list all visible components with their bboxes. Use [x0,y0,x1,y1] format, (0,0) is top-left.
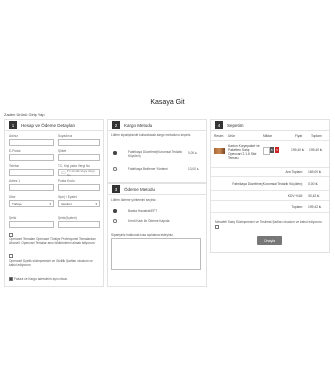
total-label: Toplam: [291,205,303,209]
payment-option-radio[interactable] [113,219,117,223]
email-field[interactable] [9,154,54,161]
shipping-intro: Lütfen siparişinizde kullanılacak kargo … [111,133,192,137]
confirm-button[interactable]: Onayla [257,236,282,245]
company-field[interactable] [58,154,100,161]
breadcrumb-item-product[interactable]: Zaden Ürünü [4,112,27,117]
agree-text: Mesafeli Satış Sözleşmesini ve Teslimat … [215,220,323,224]
postcode-label: Posta Kodu [58,179,75,183]
surname-label: Soyadınız [58,134,73,138]
newsletter-checkbox[interactable] [9,233,13,237]
subtotal-label: Ara Toplam: [285,170,303,174]
payment-option-label: Kredi Kartı ile Ödeme Kapıda [128,219,170,223]
tc-label: TC, Kişi yada Vergi No [58,164,91,168]
tax-value: 30,42 ₺ [308,194,320,198]
shipping-heading: Kargo Metodu [124,122,153,128]
country-label: Ülke [9,195,16,199]
company-label: Şirket [58,149,67,153]
billing-heading: Hesap ve Ödeme Detayları [21,122,76,128]
city-label: Şehir [9,216,17,220]
cart-heading: Sepetim [227,122,244,128]
phone-field[interactable] [9,169,54,176]
shipping-option-label: Fabrikaya Bekleme Yöntemi [128,167,168,171]
email-label: E-Posta [9,149,21,153]
shipping-option-price: 13,00 ₺ [188,167,199,171]
surname-field[interactable] [58,139,100,146]
tc-placeholder: TC Kimlik Veya Vergi No [66,168,95,177]
shipping-cost-value: 0,00 ₺ [308,182,318,186]
name-label: Adınız [9,134,19,138]
column-header-product: Ürün [228,134,236,138]
payment-panel: 3 Ödeme Metodu Lütfen ödeme yöntemini se… [107,183,207,287]
payment-heading: Ödeme Metodu [124,186,156,192]
postcode-field[interactable] [58,184,100,191]
payment-option-label: Banka Havalesi/EFT [128,209,158,213]
remove-icon[interactable]: ✕ [275,147,279,153]
country-select[interactable]: Türkiye ▾ [9,200,54,207]
same-address-checkbox[interactable] [9,277,13,281]
terms-checkbox[interactable] [9,254,13,258]
phone-label: Telefon [9,164,20,168]
column-header-price: Fiyat [295,134,303,138]
table-row [211,140,329,141]
product-name[interactable]: Karton Kuryepaket ve Paketten Satış Open… [228,144,262,160]
item-price: 199,40 ₺ [291,148,305,152]
payment-header: 3 Ödeme Metodu [108,184,206,195]
subtotal-value: 169,00 ₺ [308,170,322,174]
shipping-option-radio[interactable] [113,167,117,171]
newsletter-text: Opencart Temaları Opencart Türkiye Profe… [9,237,96,245]
step-number: 4 [215,121,223,129]
quantity-field[interactable] [263,147,270,155]
page-title: Kasaya Git [150,99,185,106]
billing-header: 1 Hesap ve Ödeme Detayları [5,120,103,131]
shipping-option-label: Fabrikaya Düzeltme(Kurumsal Tedarik Küçü… [128,150,182,158]
district-label: Şehir(İlçeleri) [58,216,77,220]
summary-divider [211,176,329,177]
tax-label: KDV %18: [287,194,303,198]
summary-divider [211,190,329,191]
chevron-down-icon: ▾ [49,201,51,206]
shipping-header: 2 Kargo Metodu [108,120,206,131]
district-field[interactable] [58,221,100,228]
breadcrumb-item-login[interactable]: Giriş Yap [28,112,44,117]
comment-label: Siparişiniz hakkında kısa açıklama ekley… [111,233,174,237]
payment-option-radio[interactable] [113,209,117,213]
city-field[interactable] [9,221,54,228]
step-number: 2 [112,121,120,129]
shipping-panel: 2 Kargo Metodu Lütfen siparişinizde kull… [107,119,207,183]
chevron-down-icon: ▾ [95,201,97,206]
agree-checkbox[interactable] [215,225,219,229]
province-select[interactable]: Istanbul ▾ [58,200,100,207]
payment-intro: Lütfen ödeme yöntemini seçiniz. [111,198,157,202]
shipping-option-radio[interactable] [113,151,117,155]
cart-header: 4 Sepetim [211,120,329,131]
province-value: Istanbul [61,201,72,206]
country-value: Türkiye [12,201,22,206]
total-value: 199,42 ₺ [308,205,322,209]
summary-divider [211,212,329,213]
billing-panel: 1 Hesap ve Ödeme Detayları Adınız Soyadı… [4,119,104,287]
step-number: 3 [112,185,120,193]
id-card-icon: ▭ [61,169,66,176]
terms-text: Opencart Üyelik sözleşmesini ve Gizlilik… [9,259,93,267]
same-address-text: Fatura ve Kargo adreslerin aynı olsun. [14,277,69,281]
address1-label: Adres 1 [9,179,20,183]
cart-panel: 4 Sepetim Resim Ürün Miktar Fiyat Toplam… [210,119,330,253]
name-field[interactable] [9,139,54,146]
province-label: İl(ce) / Eyalet [58,195,77,199]
column-header-image: Resim [214,134,224,138]
shipping-option-price: 0,00 ₺ [188,151,198,155]
comment-textarea[interactable] [111,238,201,270]
address1-field[interactable] [9,184,54,191]
column-header-qty: Miktar [263,134,272,138]
step-number: 1 [9,121,17,129]
refresh-icon[interactable]: ↻ [270,147,274,153]
tc-field[interactable]: ▭ TC Kimlik Veya Vergi No [58,168,100,177]
item-total: 199,40 ₺ [309,148,323,152]
shipping-cost-label: Fabrikaya Düzeltme(Kurumsal Tedarik Küçü… [232,182,303,186]
breadcrumb: Zaden Ürünü Giriş Yap [4,112,45,117]
column-header-total: Toplam [311,134,322,138]
summary-divider [211,200,329,201]
summary-divider [211,167,329,168]
product-thumbnail[interactable] [214,148,225,154]
